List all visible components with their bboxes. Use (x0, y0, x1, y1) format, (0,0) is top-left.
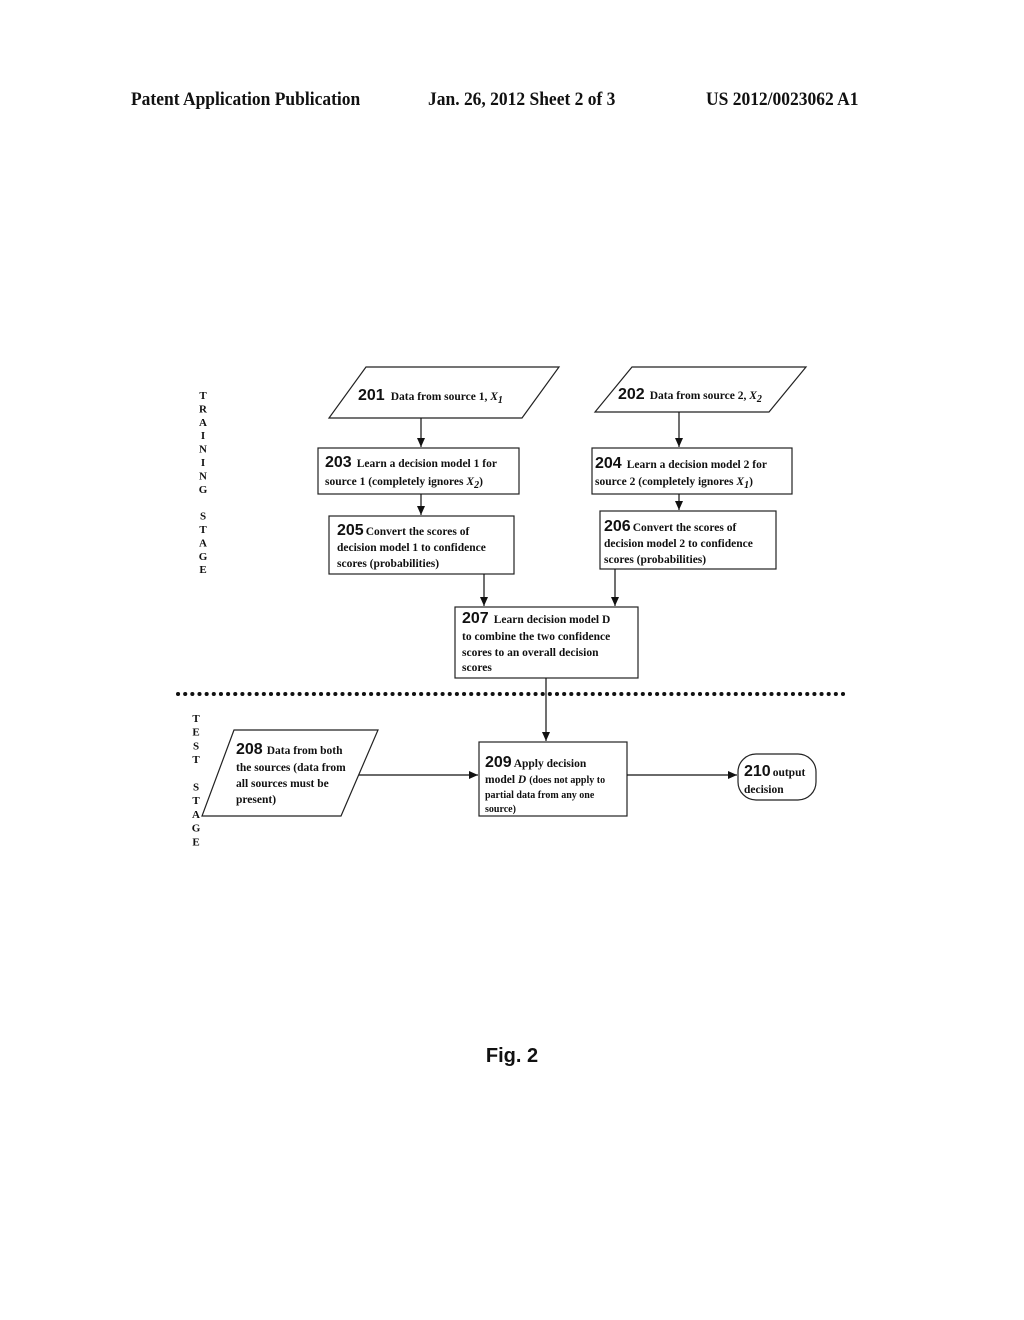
node-205-text-line2: decision model 1 to confidence (337, 542, 486, 554)
test-stage-letter: T (192, 795, 200, 807)
node-210-text-line2: decision (744, 784, 784, 796)
training-stage-letter: T (199, 524, 207, 536)
node-206-text-line2: decision model 2 to confidence (604, 538, 753, 550)
training-stage-letter: A (199, 417, 207, 429)
node-206-text-line3: scores (probabilities) (604, 554, 706, 566)
flowchart: TRAININGSTAGE TESTSTAGE 201 Data from sou… (176, 366, 848, 848)
node-208-text-line3: all sources must be (236, 778, 329, 790)
training-stage-letter: N (199, 444, 207, 456)
training-stage-letter: I (201, 457, 205, 469)
node-209-text-line4: source) (485, 804, 516, 815)
node-207-text-line2: to combine the two confidence (462, 631, 610, 643)
test-stage-letter: T (192, 754, 200, 766)
node-209-text-line2: model D (does not apply to (485, 774, 605, 786)
test-stage-label: TESTSTAGE (192, 713, 201, 848)
test-stage-letter: S (193, 740, 199, 752)
training-stage-letter: T (199, 390, 207, 402)
test-stage-letter: T (192, 713, 200, 725)
test-stage-letter: E (192, 727, 199, 739)
figure-label: Fig. 2 (485, 1045, 539, 1067)
training-stage-label: TRAININGSTAGE (199, 390, 208, 576)
test-stage-letter: E (192, 836, 199, 848)
training-stage-letter: E (199, 564, 206, 576)
test-stage-letter: A (192, 809, 200, 821)
training-stage-letter: N (199, 470, 207, 482)
node-205-text-line3: scores (probabilities) (337, 558, 439, 570)
node-209-text-line3: partial data from any one (485, 790, 595, 801)
training-stage-letter: G (199, 484, 208, 496)
node-207-text-line3: scores to an overall decision (462, 647, 599, 659)
node-208-text-line4: present) (236, 794, 276, 806)
test-stage-letter: G (192, 823, 201, 835)
training-stage-letter: G (199, 551, 208, 563)
training-stage-letter: R (199, 403, 208, 415)
node-207-text-line4: scores (462, 662, 492, 674)
training-stage-letter: A (199, 537, 207, 549)
training-stage-letter: I (201, 430, 205, 442)
training-stage-letter: S (200, 511, 206, 523)
node-208-text-line2: the sources (data from (236, 762, 346, 774)
test-stage-letter: S (193, 782, 199, 794)
